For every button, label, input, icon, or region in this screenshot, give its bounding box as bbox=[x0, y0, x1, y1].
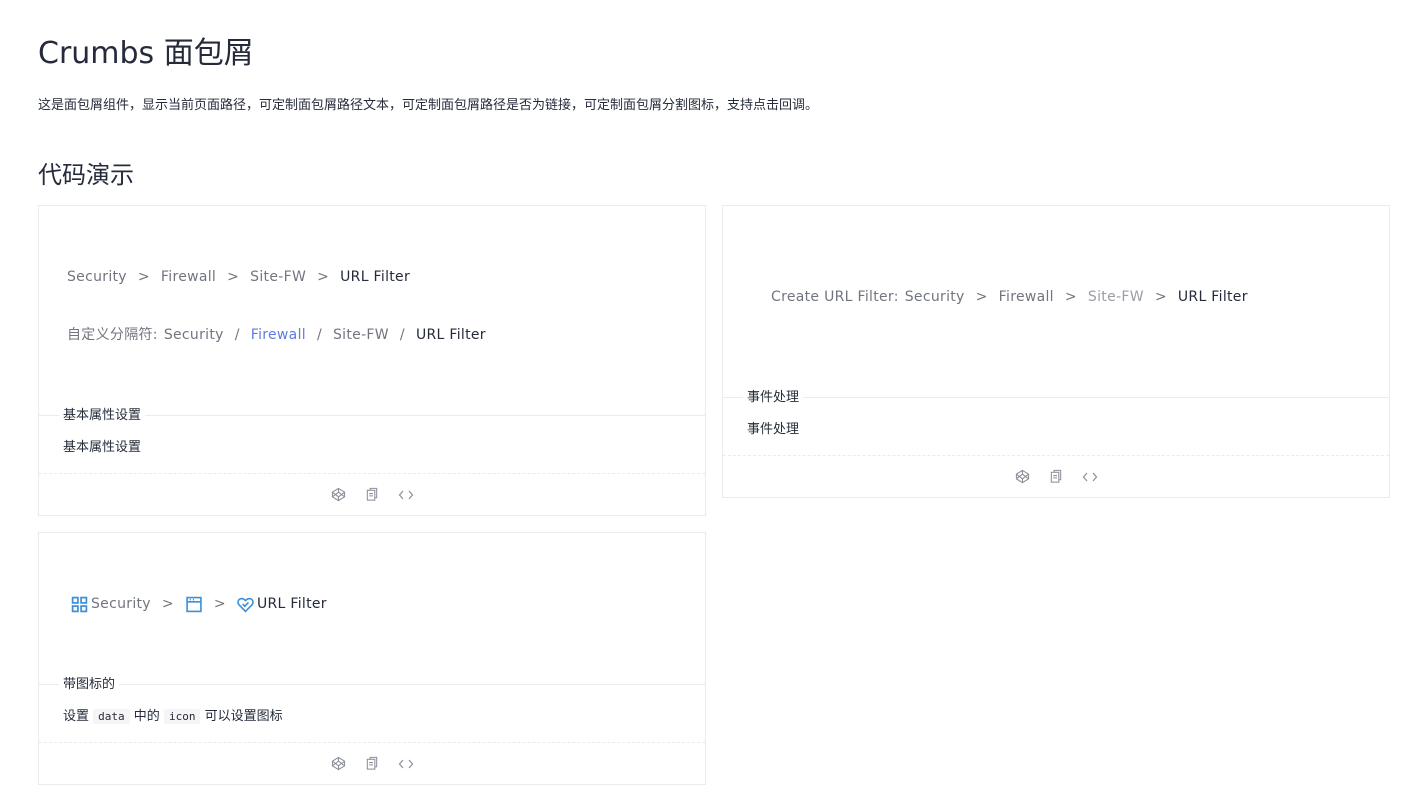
section-title: 代码演示 bbox=[38, 161, 134, 189]
separator: / bbox=[316, 327, 322, 343]
code-icon-prop: icon bbox=[163, 709, 201, 724]
crumb-label: Security bbox=[91, 596, 151, 612]
page-description: 这是面包屑组件，显示当前页面路径，可定制面包屑路径文本，可定制面包屑路径是否为链… bbox=[38, 98, 819, 113]
crumb-site-fw[interactable]: Site-FW bbox=[333, 325, 389, 345]
code-data: data bbox=[93, 709, 130, 724]
breadcrumb-prefix: Create URL Filter: bbox=[771, 289, 899, 305]
crumb-url-filter: URL Filter bbox=[237, 594, 327, 614]
code-icon[interactable] bbox=[398, 756, 414, 772]
meta-description: 事件处理 bbox=[747, 422, 800, 437]
copy-icon[interactable] bbox=[1048, 469, 1064, 485]
meta-title: 事件处理 bbox=[743, 389, 804, 407]
crumb-security[interactable]: Security bbox=[67, 267, 127, 287]
codepen-icon[interactable] bbox=[1014, 469, 1030, 485]
demo-meta: 事件处理 事件处理 bbox=[723, 389, 1389, 437]
separator: / bbox=[399, 327, 405, 343]
separator: > bbox=[227, 269, 240, 285]
custom-separator-label: 自定义分隔符: bbox=[67, 327, 158, 343]
separator: > bbox=[1064, 289, 1077, 305]
crumb-firewall[interactable]: Firewall bbox=[161, 267, 216, 287]
demo-card-events: Create URL Filter: Security > Firewall >… bbox=[722, 205, 1390, 498]
meta-description: 设置 data 中的 icon 可以设置图标 bbox=[63, 707, 283, 727]
separator: / bbox=[234, 327, 240, 343]
heart-shield-icon bbox=[237, 597, 254, 613]
breadcrumb-basic: Security > Firewall > Site-FW > URL Filt… bbox=[67, 267, 410, 287]
codepen-icon[interactable] bbox=[330, 756, 346, 772]
demo-card-basic: Security > Firewall > Site-FW > URL Filt… bbox=[38, 205, 706, 516]
crumb-security[interactable]: Security bbox=[164, 325, 224, 345]
demo-meta: 带图标的 设置 data 中的 icon 可以设置图标 bbox=[39, 676, 705, 724]
crumb-label: URL Filter bbox=[256, 596, 327, 612]
code-icon[interactable] bbox=[1082, 469, 1098, 485]
crumb-url-filter: URL Filter bbox=[340, 269, 411, 285]
crumb-security[interactable]: Security bbox=[905, 287, 965, 307]
breadcrumb-events: Create URL Filter: Security > Firewall >… bbox=[771, 287, 1248, 307]
page-title: Crumbs 面包屑 bbox=[38, 36, 254, 71]
codepen-icon[interactable] bbox=[330, 487, 346, 503]
separator: > bbox=[975, 289, 988, 305]
separator: > bbox=[317, 269, 330, 285]
crumb-site-fw[interactable]: Site-FW bbox=[1088, 287, 1144, 307]
demo-actions bbox=[39, 742, 705, 784]
grid-icon bbox=[71, 596, 88, 612]
demo-meta: 基本属性设置 基本属性设置 bbox=[39, 407, 705, 455]
crumb-site-fw[interactable]: Site-FW bbox=[250, 267, 306, 287]
meta-title: 基本属性设置 bbox=[59, 407, 146, 425]
copy-icon[interactable] bbox=[364, 756, 380, 772]
demo-card-icons: Security > > URL Filter 带图标的 设置 data 中的 … bbox=[38, 532, 706, 785]
meta-text: 设置 bbox=[63, 709, 90, 724]
copy-icon[interactable] bbox=[364, 487, 380, 503]
crumb-security[interactable]: Security bbox=[71, 594, 151, 614]
crumb-firewall[interactable]: Firewall bbox=[999, 287, 1054, 307]
meta-description: 基本属性设置 bbox=[63, 440, 142, 455]
breadcrumb-icons: Security > > URL Filter bbox=[71, 594, 327, 614]
code-icon[interactable] bbox=[398, 487, 414, 503]
demo-actions bbox=[723, 455, 1389, 497]
page: Crumbs 面包屑 这是面包屑组件，显示当前页面路径，可定制面包屑路径文本，可… bbox=[0, 0, 1424, 809]
separator: > bbox=[137, 269, 150, 285]
demo-actions bbox=[39, 473, 705, 515]
crumb-window[interactable] bbox=[185, 596, 203, 613]
separator: > bbox=[161, 596, 174, 612]
meta-title: 带图标的 bbox=[59, 676, 120, 694]
meta-text: 可以设置图标 bbox=[204, 709, 283, 724]
crumb-url-filter: URL Filter bbox=[415, 327, 486, 343]
crumb-url-filter: URL Filter bbox=[1177, 289, 1248, 305]
crumb-firewall[interactable]: Firewall bbox=[251, 325, 306, 345]
meta-text: 中的 bbox=[133, 709, 160, 724]
breadcrumb-custom-separator: 自定义分隔符: Security / Firewall / Site-FW / … bbox=[67, 325, 486, 345]
window-icon bbox=[186, 596, 202, 612]
separator: > bbox=[213, 596, 226, 612]
separator: > bbox=[1154, 289, 1167, 305]
